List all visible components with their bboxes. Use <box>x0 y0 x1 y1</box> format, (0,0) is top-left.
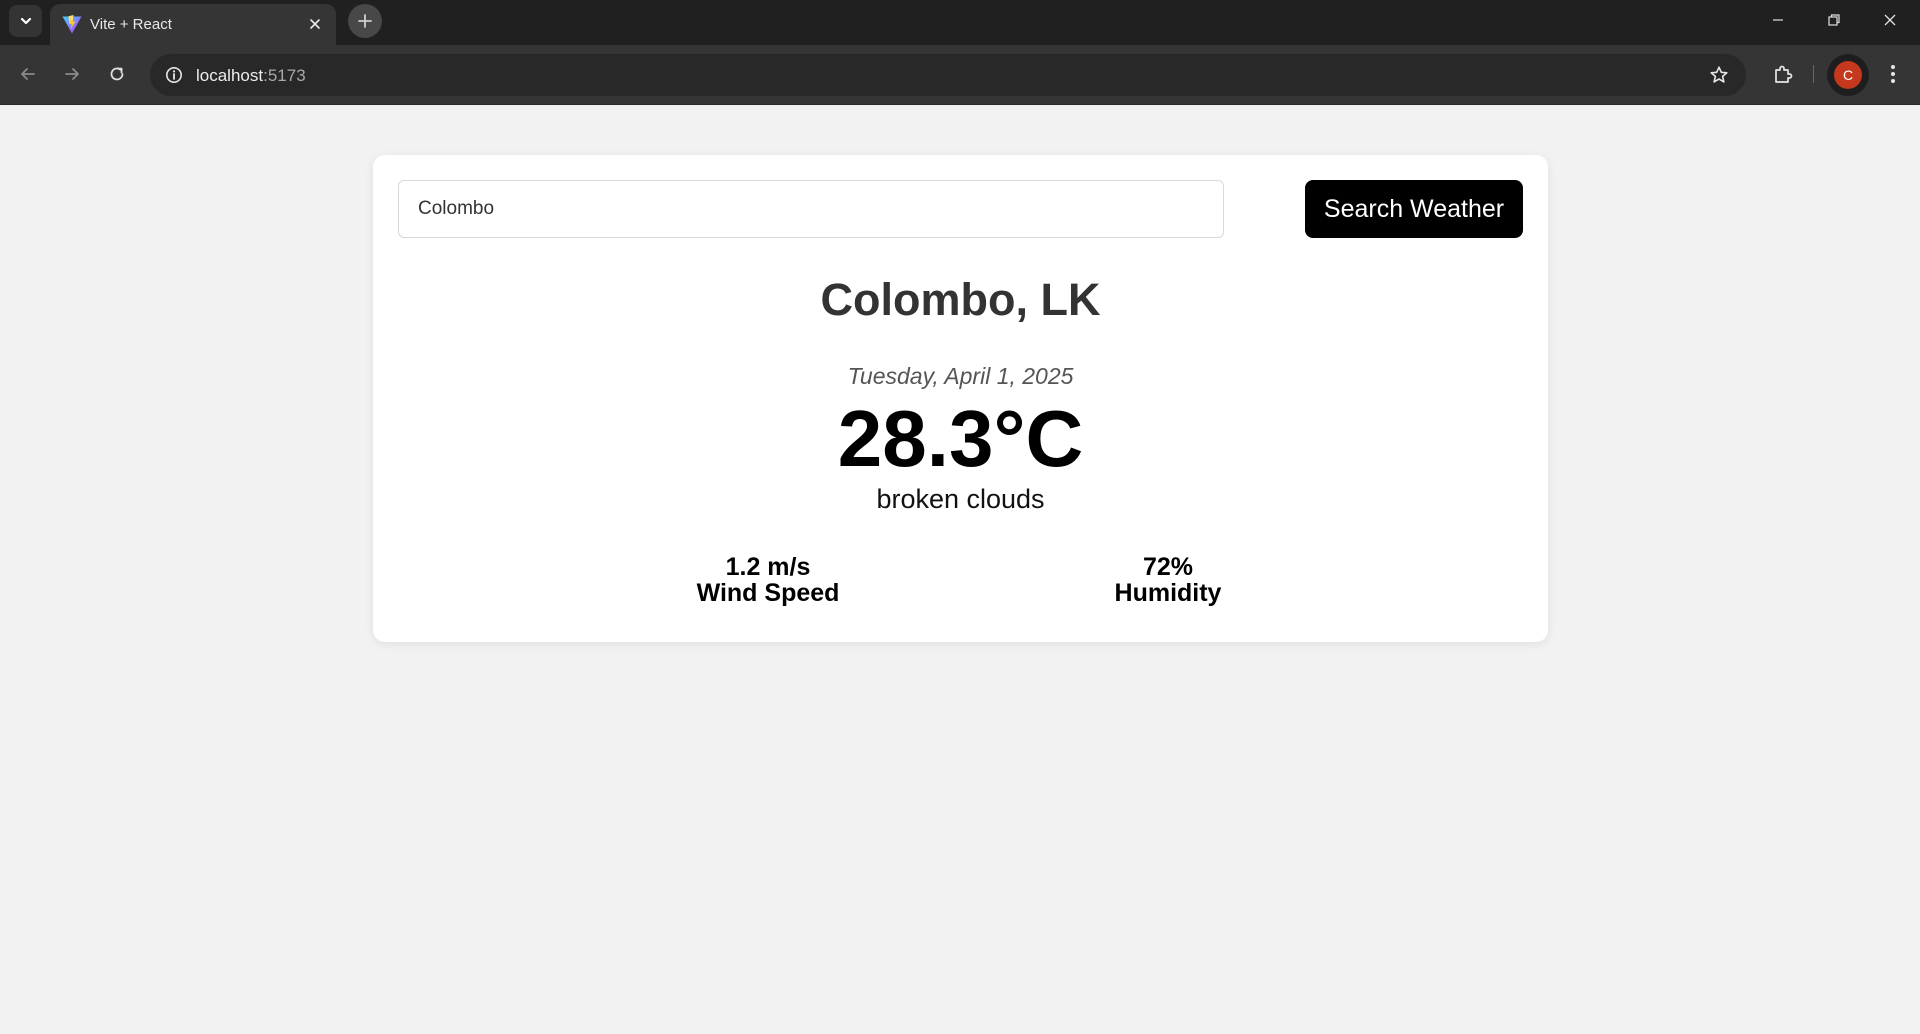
new-tab-button[interactable] <box>348 4 382 38</box>
forward-button[interactable] <box>55 57 89 91</box>
weather-description: broken clouds <box>876 484 1045 514</box>
toolbar-divider <box>1813 65 1814 83</box>
minimize-button[interactable] <box>1750 0 1806 40</box>
search-weather-button[interactable]: Search Weather <box>1305 180 1523 238</box>
bookmark-button[interactable] <box>1704 60 1734 90</box>
browser-menu-button[interactable] <box>1876 57 1910 91</box>
weather-card: Search Weather Colombo, LK Tuesday, Apri… <box>373 155 1548 642</box>
back-button[interactable] <box>11 57 45 91</box>
puzzle-icon <box>1775 65 1793 83</box>
tab-active[interactable]: Vite + React <box>50 4 336 45</box>
wind-speed-value: 1.2 m/s <box>725 553 811 581</box>
site-info-button[interactable] <box>160 61 188 89</box>
humidity-label: Humidity <box>1114 579 1222 608</box>
temperature-value: 28.3°C <box>837 394 1084 483</box>
browser-toolbar: localhost:5173 C <box>0 45 1920 105</box>
tab-search-button[interactable] <box>9 5 42 37</box>
tab-title: Vite + React <box>90 16 172 33</box>
address-bar[interactable]: localhost:5173 <box>150 54 1746 96</box>
humidity-stat: 72% Humidity <box>1018 554 1318 607</box>
star-icon <box>1710 66 1728 83</box>
weather-date: Tuesday, April 1, 2025 <box>847 363 1074 389</box>
url-port: :5173 <box>263 66 306 85</box>
kebab-menu-icon <box>1891 65 1895 83</box>
close-icon <box>1884 14 1896 26</box>
url-host: localhost <box>196 66 264 85</box>
vite-logo-icon <box>62 15 82 34</box>
tab-close-button[interactable] <box>304 13 326 35</box>
humidity-value: 72% <box>1142 553 1194 581</box>
minimize-icon <box>1773 19 1783 21</box>
extensions-button[interactable] <box>1766 57 1800 91</box>
close-icon <box>310 19 320 29</box>
url-text[interactable]: localhost:5173 <box>196 66 306 86</box>
arrow-right-icon <box>65 68 79 80</box>
arrow-left-icon <box>21 68 35 80</box>
window-close-button[interactable] <box>1862 0 1918 40</box>
wind-speed-label: Wind Speed <box>696 579 840 608</box>
restore-button[interactable] <box>1806 0 1862 40</box>
tab-strip: Vite + React <box>0 0 1920 45</box>
avatar: C <box>1834 61 1862 89</box>
reload-icon <box>110 67 124 81</box>
reload-button[interactable] <box>100 57 134 91</box>
info-icon <box>166 67 182 83</box>
plus-icon <box>358 14 372 28</box>
location-title: Colombo, LK <box>820 274 1101 325</box>
chevron-down-icon <box>20 17 31 25</box>
city-search-input[interactable] <box>398 180 1224 238</box>
restore-icon <box>1828 14 1840 26</box>
profile-button[interactable]: C <box>1827 54 1869 96</box>
wind-speed-stat: 1.2 m/s Wind Speed <box>618 554 918 607</box>
